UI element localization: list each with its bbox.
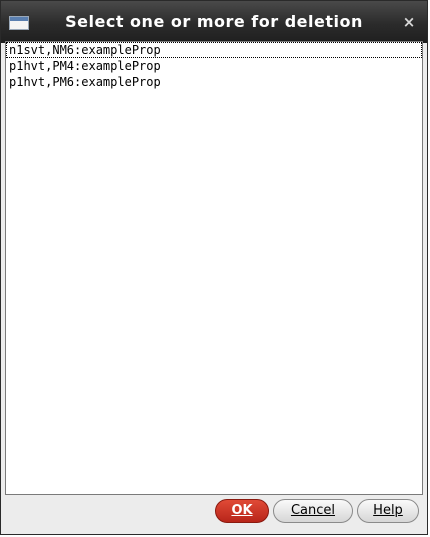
dialog-window: Select one or more for deletion × n1svt,…: [0, 0, 428, 535]
list-item[interactable]: n1svt,NM6:exampleProp: [6, 42, 422, 58]
help-button[interactable]: Help: [357, 499, 419, 523]
list-item[interactable]: p1hvt,PM6:exampleProp: [6, 74, 422, 90]
title-bar[interactable]: Select one or more for deletion ×: [1, 1, 427, 43]
dialog-title: Select one or more for deletion: [65, 12, 363, 31]
selection-list[interactable]: n1svt,NM6:exampleProp p1hvt,PM4:exampleP…: [5, 41, 423, 495]
list-item[interactable]: p1hvt,PM4:exampleProp: [6, 58, 422, 74]
close-icon[interactable]: ×: [401, 13, 417, 31]
button-bar: OK Cancel Help: [1, 499, 427, 527]
window-icon: [9, 16, 29, 30]
cancel-button[interactable]: Cancel: [273, 499, 353, 523]
ok-button[interactable]: OK: [215, 499, 269, 523]
